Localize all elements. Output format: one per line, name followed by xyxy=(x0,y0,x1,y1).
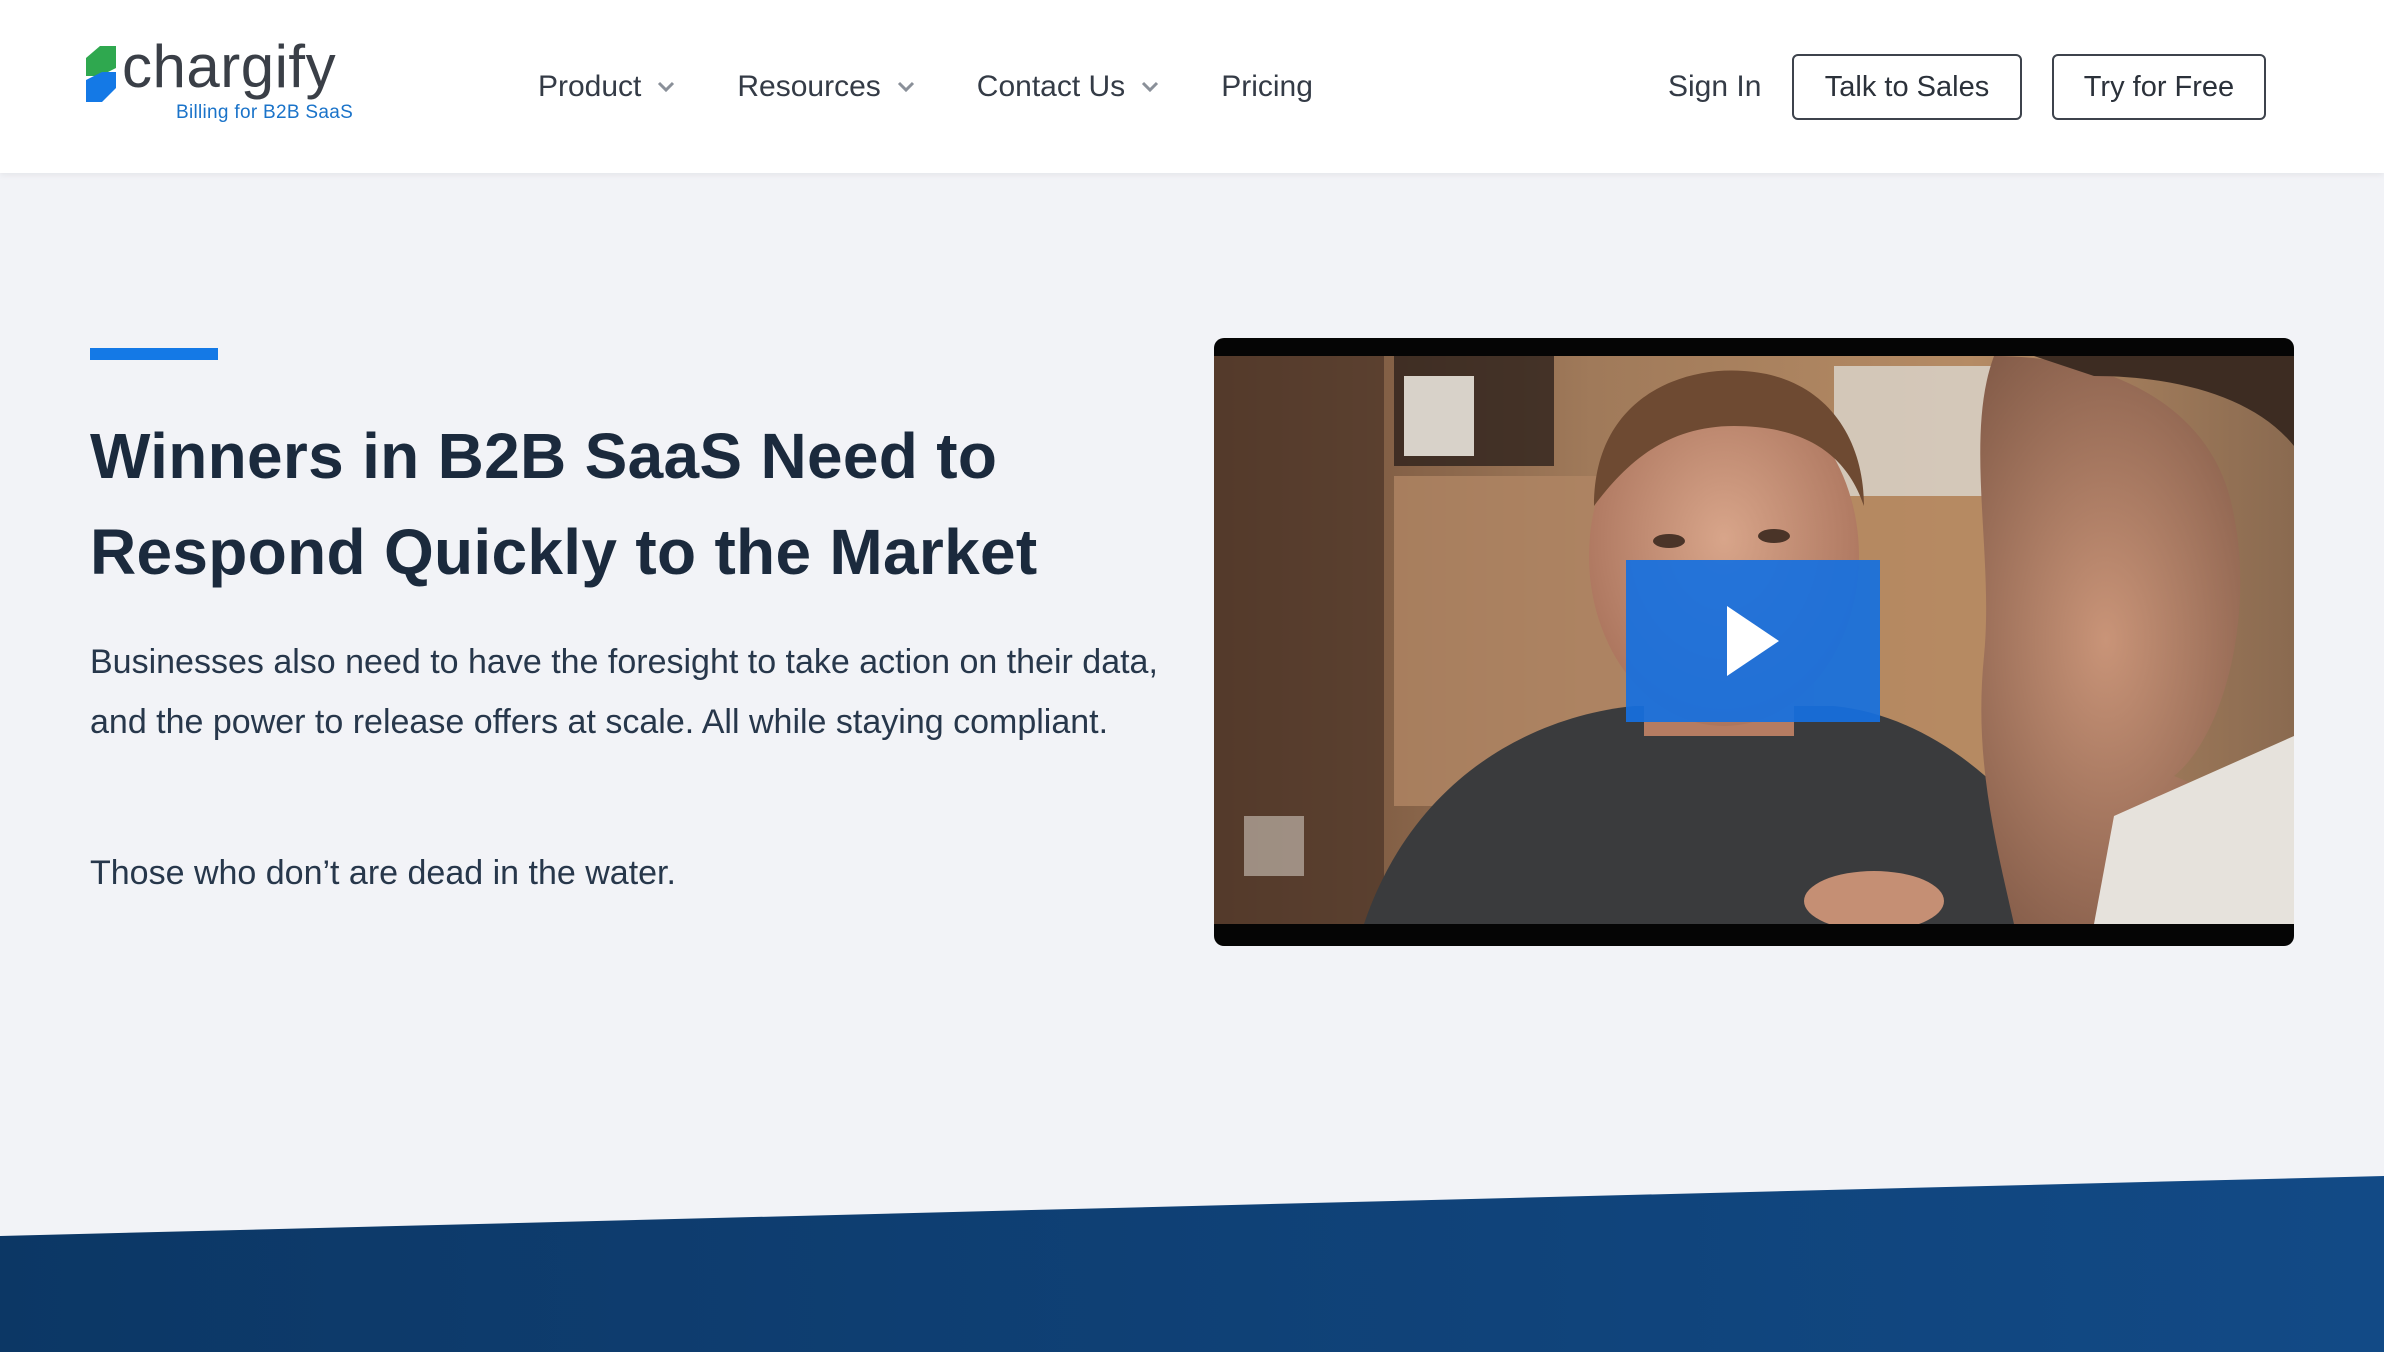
brand-tagline: Billing for B2B SaaS xyxy=(176,102,354,123)
nav-item-contact-us[interactable]: Contact Us xyxy=(977,62,1159,112)
site-header: chargify Billing for B2B SaaS Product Re… xyxy=(0,0,2384,173)
nav-item-label: Resources xyxy=(737,70,881,103)
chargify-logo-icon xyxy=(86,46,116,102)
hero-paragraph-secondary: Those who don’t are dead in the water. xyxy=(90,854,676,892)
nav-item-label: Contact Us xyxy=(976,70,1126,103)
chargify-logo[interactable]: chargify Billing for B2B SaaS xyxy=(86,33,386,138)
video-player[interactable] xyxy=(1214,338,2294,946)
main-nav: Product Resources Contact Us Pricing xyxy=(538,62,1375,112)
nav-item-product[interactable]: Product xyxy=(538,62,675,112)
nav-item-label: Pricing xyxy=(1221,70,1313,103)
chevron-down-icon xyxy=(897,81,914,93)
nav-item-pricing[interactable]: Pricing xyxy=(1221,62,1313,112)
sign-in-link[interactable]: Sign In xyxy=(1668,62,1761,112)
accent-bar xyxy=(90,348,218,360)
nav-item-label: Product xyxy=(538,70,642,103)
hero-paragraph: Businesses also need to have the foresig… xyxy=(90,643,1158,741)
brand-name: chargify xyxy=(122,33,337,100)
play-icon xyxy=(1727,606,1779,676)
nav-item-resources[interactable]: Resources xyxy=(737,62,914,112)
section-divider-band xyxy=(0,1176,2384,1352)
talk-to-sales-button[interactable]: Talk to Sales xyxy=(1792,54,2022,120)
chevron-down-icon xyxy=(658,81,675,93)
play-button[interactable] xyxy=(1626,560,1880,722)
try-for-free-button[interactable]: Try for Free xyxy=(2052,54,2266,120)
hero-title: Winners in B2B SaaS Need to Respond Quic… xyxy=(90,420,1038,588)
chevron-down-icon xyxy=(1142,81,1159,93)
